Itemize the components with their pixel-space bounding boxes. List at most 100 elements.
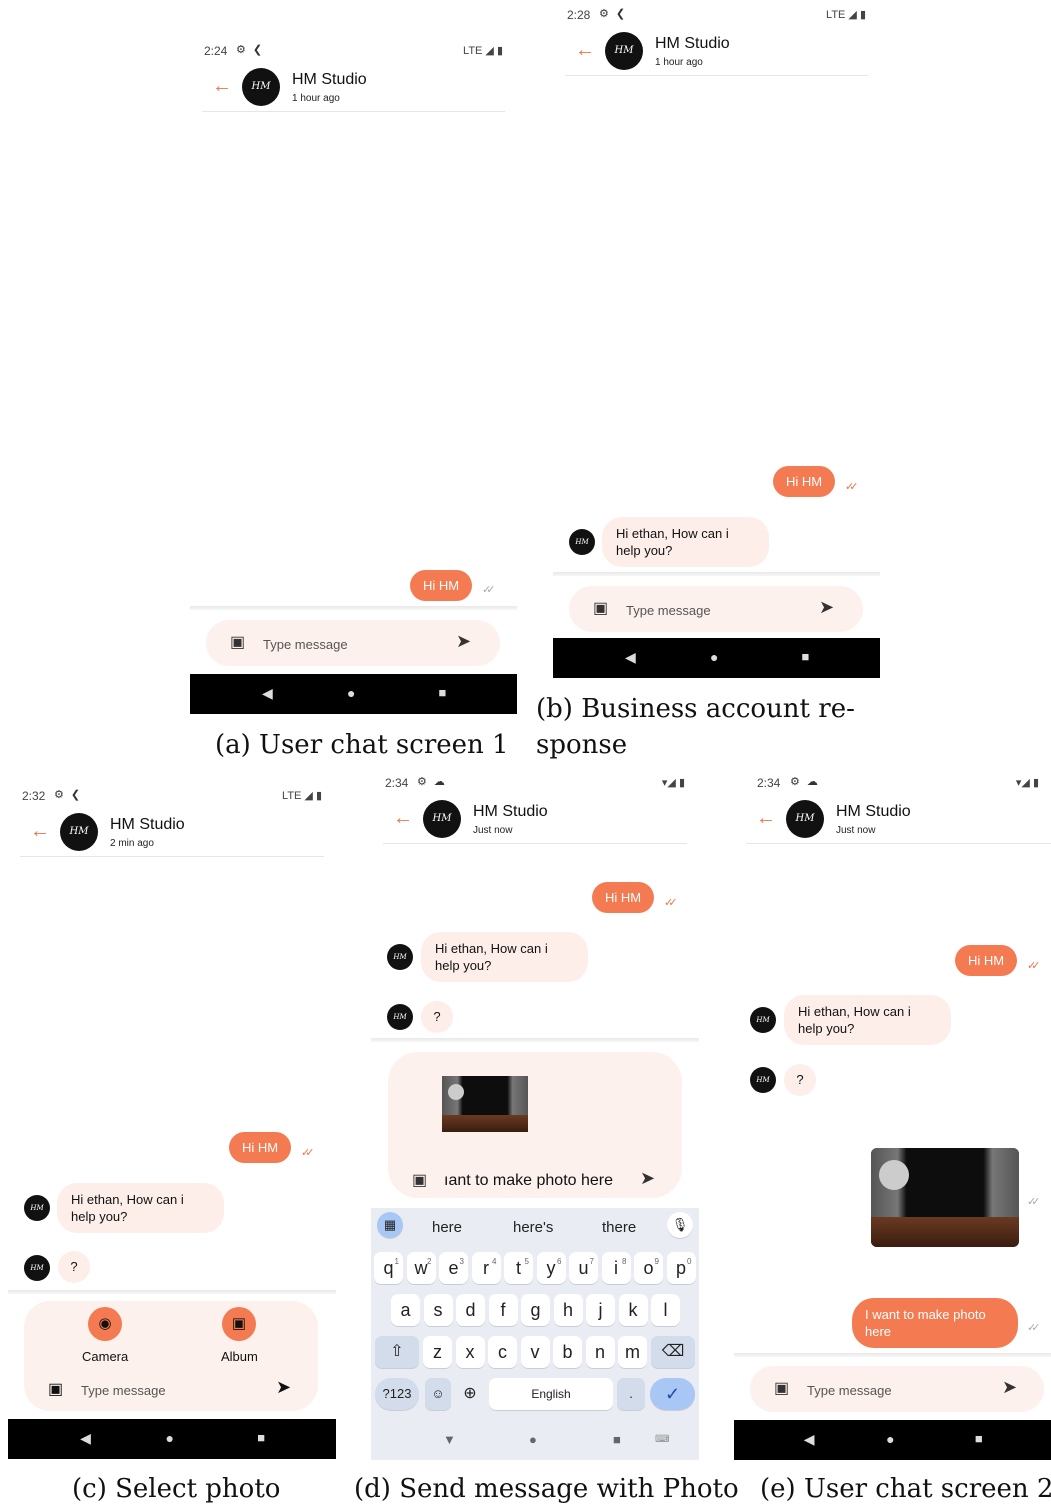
nav-recents-icon[interactable]: ■ bbox=[802, 649, 810, 664]
key-e[interactable]: e3 bbox=[439, 1252, 468, 1284]
nav-home-icon[interactable]: ● bbox=[529, 1432, 537, 1447]
globe-icon[interactable]: ⊕ bbox=[455, 1378, 485, 1410]
key-r[interactable]: r4 bbox=[471, 1252, 501, 1284]
message-input[interactable]: Type message bbox=[807, 1383, 892, 1398]
key-n[interactable]: n bbox=[585, 1336, 615, 1368]
suggestion-2[interactable]: here's bbox=[513, 1219, 553, 1236]
key-f[interactable]: f bbox=[488, 1294, 518, 1326]
send-icon[interactable]: ➤ bbox=[640, 1168, 655, 1189]
message-input[interactable]: ıant to make photo here bbox=[444, 1172, 613, 1190]
keyboard-hide-icon[interactable]: ▼ bbox=[443, 1432, 456, 1447]
key-p[interactable]: p0 bbox=[666, 1252, 696, 1284]
image-icon[interactable]: ▣ bbox=[48, 1379, 63, 1399]
period-key[interactable]: . bbox=[617, 1378, 645, 1410]
key-k[interactable]: k bbox=[618, 1294, 648, 1326]
avatar[interactable]: HM Studio bbox=[242, 68, 280, 106]
camera-label[interactable]: Camera bbox=[82, 1349, 128, 1364]
back-arrow-icon[interactable]: ← bbox=[212, 76, 232, 96]
nav-recents-icon[interactable]: ■ bbox=[975, 1431, 983, 1446]
avatar[interactable]: HM Studio bbox=[423, 800, 461, 838]
message-input[interactable]: Type message bbox=[263, 637, 348, 652]
nav-back-icon[interactable]: ◀ bbox=[80, 1430, 91, 1447]
key-y[interactable]: y6 bbox=[536, 1252, 566, 1284]
suggestion-1[interactable]: here bbox=[432, 1219, 462, 1236]
key-c[interactable]: c bbox=[488, 1336, 517, 1368]
key-i[interactable]: i8 bbox=[601, 1252, 631, 1284]
send-icon[interactable]: ➤ bbox=[1002, 1377, 1017, 1398]
key-h[interactable]: h bbox=[553, 1294, 583, 1326]
message-bubble-outgoing[interactable]: Hi HM bbox=[592, 882, 655, 913]
image-icon[interactable]: ▣ bbox=[230, 632, 245, 652]
key-s[interactable]: s bbox=[423, 1294, 453, 1326]
space-key[interactable]: English bbox=[489, 1378, 613, 1410]
nav-back-icon[interactable]: ◀ bbox=[262, 685, 273, 702]
album-label[interactable]: Album bbox=[221, 1349, 258, 1364]
message-bubble-outgoing[interactable]: Hi HM bbox=[955, 945, 1018, 976]
key-z[interactable]: z bbox=[423, 1336, 452, 1368]
send-icon[interactable]: ➤ bbox=[456, 631, 471, 652]
send-icon[interactable]: ➤ bbox=[819, 597, 834, 618]
backspace-key[interactable]: ⌫ bbox=[651, 1336, 695, 1368]
image-icon[interactable]: ▣ bbox=[593, 598, 608, 618]
image-icon[interactable]: ▣ bbox=[774, 1378, 789, 1398]
key-j[interactable]: j bbox=[586, 1294, 615, 1326]
nav-home-icon[interactable]: ● bbox=[886, 1431, 894, 1447]
key-u[interactable]: u7 bbox=[569, 1252, 598, 1284]
key-t[interactable]: t5 bbox=[504, 1252, 533, 1284]
back-arrow-icon[interactable]: ← bbox=[575, 40, 595, 60]
key-m[interactable]: m bbox=[618, 1336, 647, 1368]
key-g[interactable]: g bbox=[521, 1294, 550, 1326]
nav-back-icon[interactable]: ◀ bbox=[625, 649, 636, 666]
key-b[interactable]: b bbox=[553, 1336, 582, 1368]
message-bubble-incoming[interactable]: Hi ethan, How can i help you? bbox=[421, 932, 588, 982]
message-bubble-incoming[interactable]: ? bbox=[421, 1001, 453, 1033]
emoji-key[interactable]: ☺ bbox=[425, 1378, 451, 1410]
nav-recents-icon[interactable]: ■ bbox=[613, 1432, 621, 1447]
back-arrow-icon[interactable]: ← bbox=[393, 808, 413, 828]
photo-preview[interactable] bbox=[442, 1076, 528, 1132]
key-o[interactable]: o9 bbox=[634, 1252, 663, 1284]
nav-home-icon[interactable]: ● bbox=[165, 1430, 173, 1446]
key-l[interactable]: l bbox=[651, 1294, 680, 1326]
avatar[interactable]: HM Studio bbox=[786, 800, 824, 838]
album-icon[interactable]: ▣ bbox=[222, 1307, 256, 1341]
suggestion-3[interactable]: there bbox=[602, 1219, 636, 1236]
photo-message[interactable] bbox=[871, 1148, 1019, 1247]
message-bubble-outgoing[interactable]: I want to make photo here bbox=[852, 1298, 1018, 1348]
mic-icon[interactable]: 🎙 bbox=[667, 1212, 693, 1238]
nav-recents-icon[interactable]: ■ bbox=[439, 685, 447, 700]
message-bubble-outgoing[interactable]: Hi HM bbox=[773, 466, 836, 497]
avatar[interactable]: HM Studio bbox=[60, 813, 98, 851]
message-bubble-outgoing[interactable]: Hi HM bbox=[410, 570, 473, 601]
message-bubble-incoming[interactable]: ? bbox=[784, 1064, 816, 1096]
key-a[interactable]: a bbox=[391, 1294, 420, 1326]
message-input[interactable]: Type message bbox=[626, 603, 711, 618]
keyboard-switch-icon[interactable]: ⌨ bbox=[655, 1434, 669, 1445]
enter-check-icon[interactable]: ✓ bbox=[650, 1378, 695, 1410]
message-bubble-outgoing[interactable]: Hi HM bbox=[229, 1132, 292, 1163]
back-arrow-icon[interactable]: ← bbox=[756, 808, 776, 828]
chat-header: ← HM Studio HM Studio Just now bbox=[383, 798, 687, 844]
message-bubble-incoming[interactable]: ? bbox=[58, 1251, 90, 1283]
key-w[interactable]: w2 bbox=[406, 1252, 436, 1284]
back-arrow-icon[interactable]: ← bbox=[30, 821, 50, 841]
key-v[interactable]: v bbox=[520, 1336, 550, 1368]
message-bubble-incoming[interactable]: Hi ethan, How can i help you? bbox=[602, 517, 769, 567]
symbols-key[interactable]: ?123 bbox=[375, 1378, 419, 1410]
image-icon[interactable]: ▣ bbox=[412, 1170, 427, 1190]
nav-recents-icon[interactable]: ■ bbox=[257, 1430, 265, 1445]
key-q[interactable]: q1 bbox=[374, 1252, 403, 1284]
key-d[interactable]: d bbox=[456, 1294, 485, 1326]
message-bubble-incoming[interactable]: Hi ethan, How can i help you? bbox=[784, 995, 951, 1045]
nav-home-icon[interactable]: ● bbox=[347, 685, 355, 701]
message-bubble-incoming[interactable]: Hi ethan, How can i help you? bbox=[57, 1183, 224, 1233]
nav-back-icon[interactable]: ◀ bbox=[804, 1431, 815, 1448]
camera-icon[interactable]: ◉ bbox=[88, 1307, 122, 1341]
send-icon[interactable]: ➤ bbox=[276, 1377, 291, 1398]
avatar[interactable]: HM Studio bbox=[605, 32, 643, 70]
keyboard-menu-icon[interactable]: ▦ bbox=[377, 1212, 403, 1238]
key-x[interactable]: x bbox=[455, 1336, 485, 1368]
shift-key[interactable]: ⇧ bbox=[375, 1336, 419, 1368]
nav-home-icon[interactable]: ● bbox=[710, 649, 718, 665]
message-input[interactable]: Type message bbox=[81, 1383, 166, 1398]
